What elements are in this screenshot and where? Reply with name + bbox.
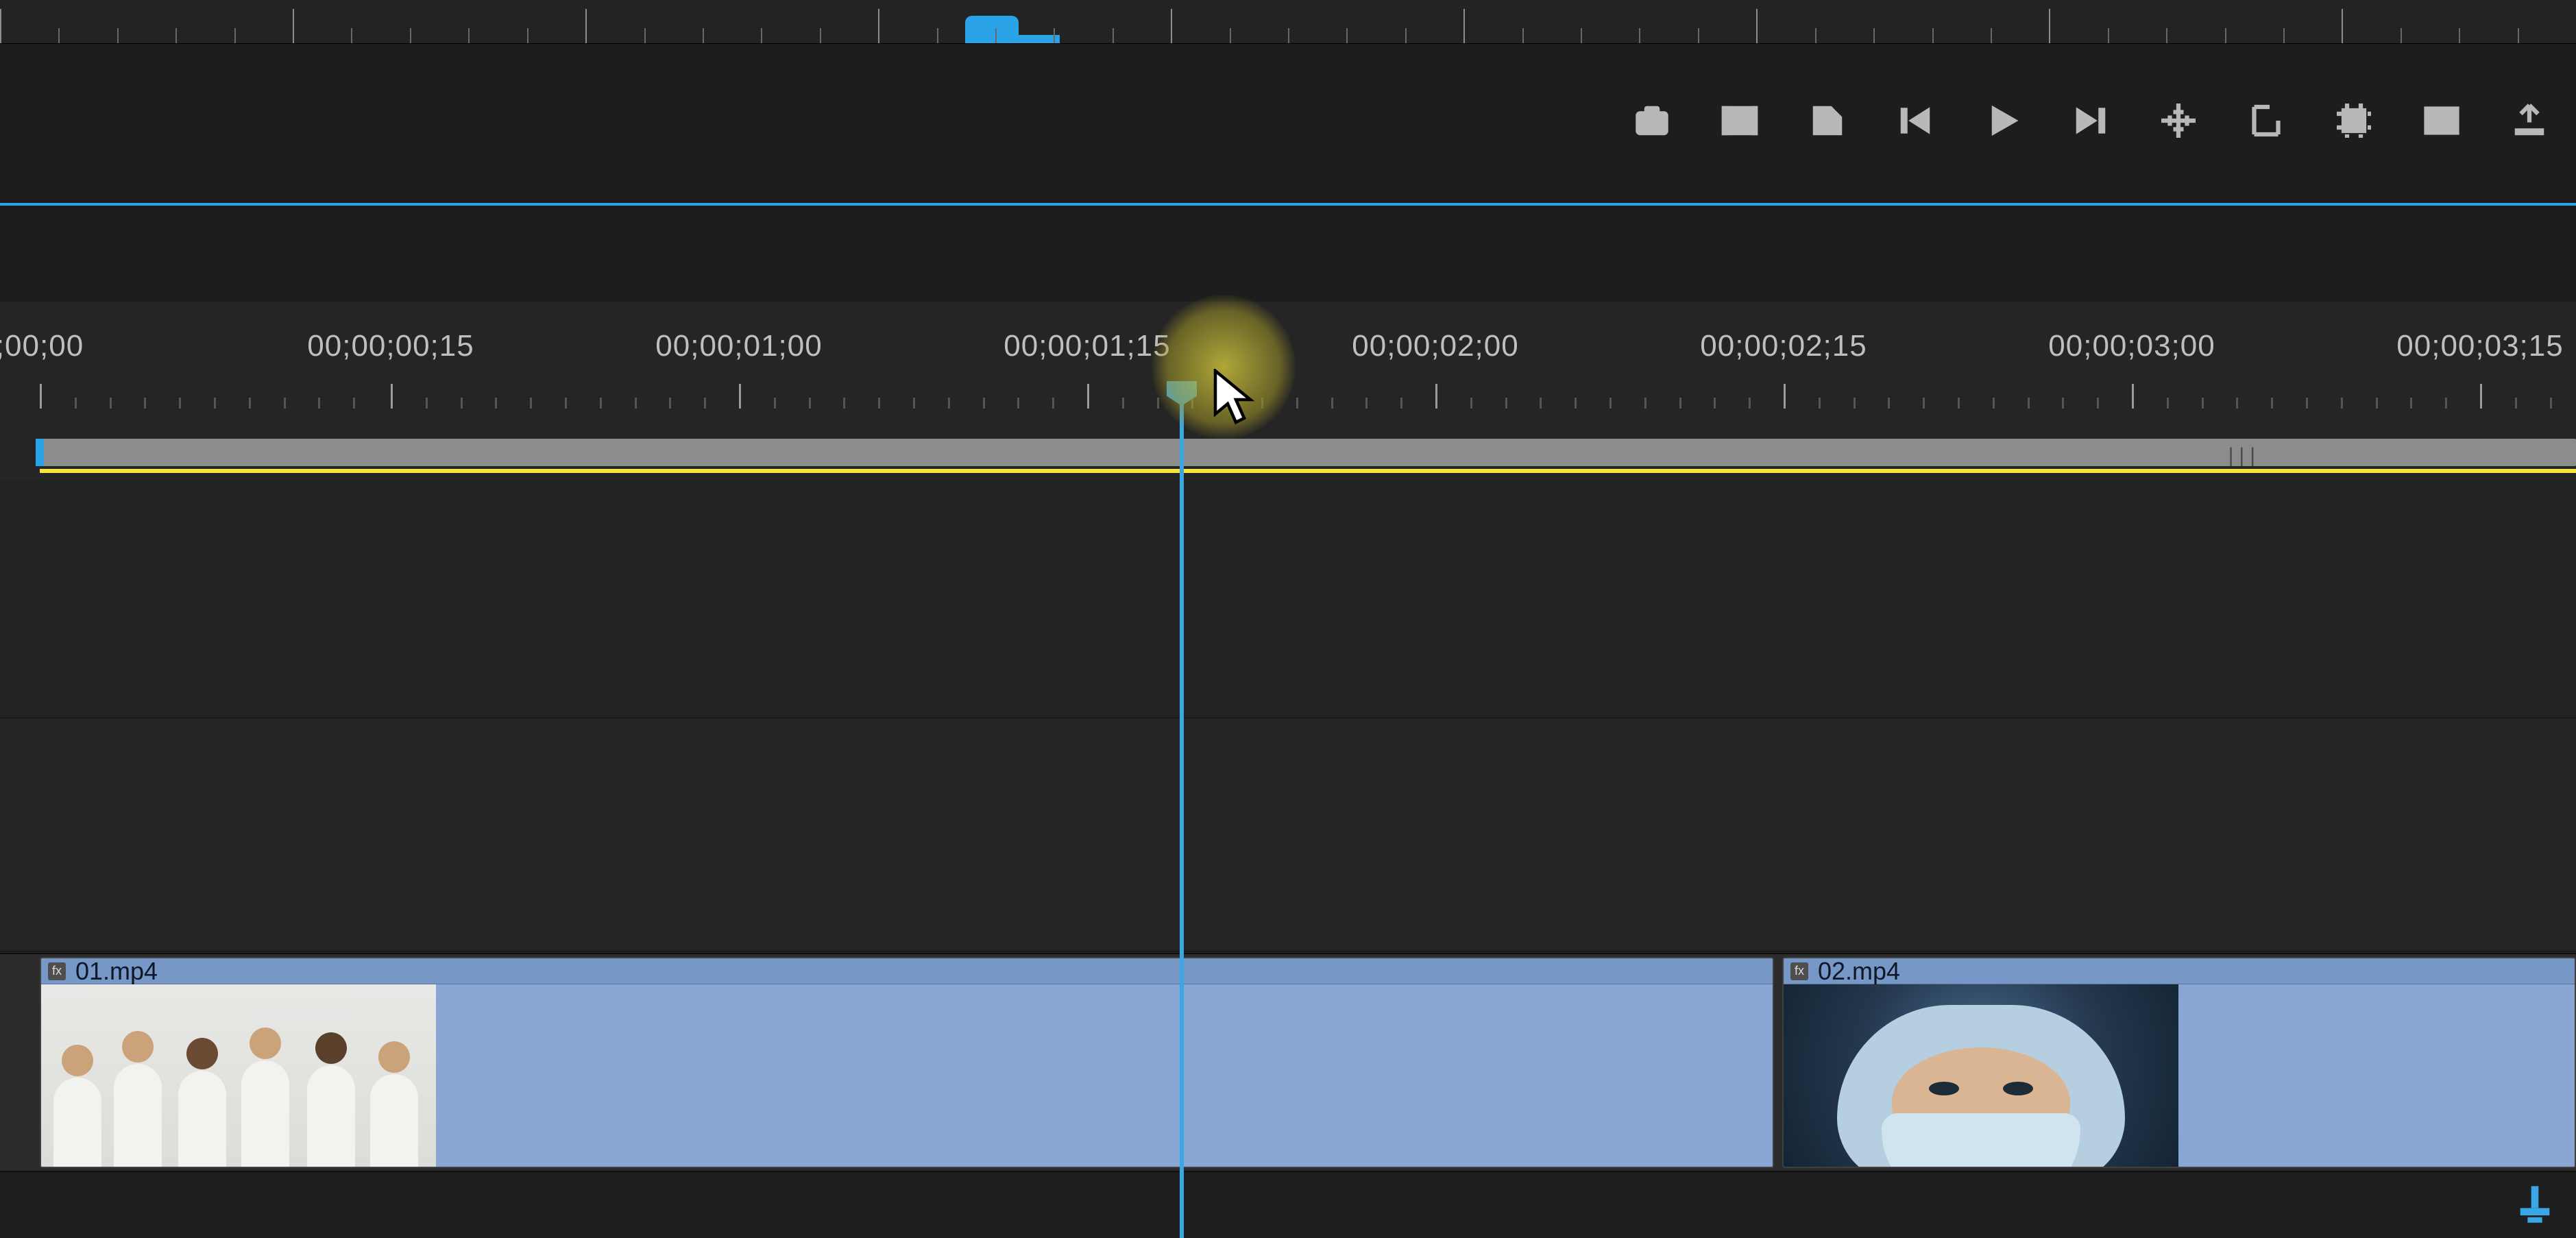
track-v1[interactable]: fx 01.mp4 fx 02.mp4 bbox=[0, 953, 2576, 1172]
time-ruler[interactable]: ;00;00 00;00;00;15 00;00;01;00 00;00;01;15 0… bbox=[0, 329, 2576, 411]
time-ruler-label: 00;00;01;00 bbox=[655, 329, 822, 363]
clip-thumbnail bbox=[41, 984, 436, 1167]
insert-button[interactable] bbox=[1715, 96, 1764, 145]
work-area-in-handle[interactable] bbox=[36, 439, 44, 466]
clip-body bbox=[436, 984, 1773, 1167]
time-ruler-label: 00;00;02;00 bbox=[1352, 329, 1518, 363]
time-ruler-label: 00;00;01;15 bbox=[1004, 329, 1170, 363]
time-ruler-label: 00;00;03;15 bbox=[2396, 329, 2563, 363]
clip-header: fx 01.mp4 bbox=[41, 958, 1773, 984]
track-area: fx 01.mp4 fx 02.mp4 bbox=[0, 480, 2576, 1238]
clip-01-mp4[interactable]: fx 01.mp4 bbox=[40, 957, 1774, 1168]
full-screen-button[interactable] bbox=[2417, 96, 2466, 145]
track-v3[interactable] bbox=[0, 480, 2576, 718]
app-root: ;00;00 00;00;00;15 00;00;01;00 00;00;01;15 0… bbox=[0, 0, 2576, 1238]
fx-badge-icon: fx bbox=[48, 962, 66, 980]
time-ruler-label: 00;00;03;00 bbox=[2048, 329, 2215, 363]
timeline-zoom-handle-icon[interactable] bbox=[2513, 1182, 2557, 1230]
track-v2[interactable] bbox=[0, 718, 2576, 951]
mark-inout-button[interactable] bbox=[2241, 96, 2291, 145]
time-ruler-label: 00;00;00;15 bbox=[307, 329, 474, 363]
clip-body bbox=[2178, 984, 2575, 1167]
work-area-bar[interactable]: ||| bbox=[40, 439, 2576, 466]
time-ruler-label: ;00;00 bbox=[0, 329, 84, 363]
safe-margins-button[interactable] bbox=[2154, 96, 2203, 145]
monitor-toolbar bbox=[1627, 88, 2554, 154]
source-monitor-ruler[interactable] bbox=[0, 0, 2576, 44]
export-frame-button[interactable] bbox=[1627, 96, 1677, 145]
clip-name-label: 01.mp4 bbox=[75, 957, 158, 986]
play-button[interactable] bbox=[1978, 96, 2028, 145]
playhead-line bbox=[1180, 398, 1184, 1238]
export-button[interactable] bbox=[2505, 96, 2554, 145]
fx-badge-icon: fx bbox=[1790, 962, 1808, 980]
step-back-button[interactable] bbox=[1891, 96, 1940, 145]
clip-header: fx 02.mp4 bbox=[1784, 958, 2575, 984]
clip-thumbnail bbox=[1784, 984, 2178, 1167]
clip-02-mp4[interactable]: fx 02.mp4 bbox=[1782, 957, 2576, 1168]
sequence-in-out-range bbox=[40, 469, 2576, 473]
timeline-panel: ;00;00 00;00;00;15 00;00;01;00 00;00;01;15 0… bbox=[0, 302, 2576, 1238]
viewport-marker[interactable] bbox=[965, 16, 1019, 43]
panel-divider[interactable] bbox=[0, 203, 2576, 206]
clip-name-label: 02.mp4 bbox=[1818, 957, 1900, 986]
track-a1[interactable] bbox=[0, 1172, 2576, 1238]
time-ruler-label: 00;00;02;15 bbox=[1700, 329, 1867, 363]
crop-button[interactable] bbox=[2329, 96, 2379, 145]
step-forward-button[interactable] bbox=[2066, 96, 2115, 145]
overwrite-button[interactable] bbox=[1803, 96, 1852, 145]
work-area-grip-icon: ||| bbox=[2228, 444, 2261, 468]
